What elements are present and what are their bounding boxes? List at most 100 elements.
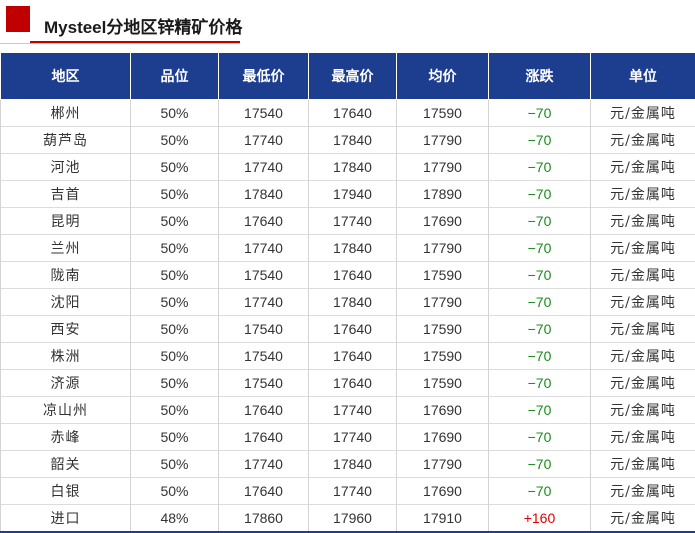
cell-region: 韶关 — [1, 451, 131, 478]
cell-grade: 50% — [131, 478, 219, 505]
cell-grade: 48% — [131, 505, 219, 533]
table-row: 济源50%175401764017590−70元/金属吨 — [1, 370, 695, 397]
column-header-region: 地区 — [1, 53, 131, 100]
table-header-row: 地区 品位 最低价 最高价 均价 涨跌 单位 — [1, 53, 695, 100]
cell-change: −70 — [489, 289, 591, 316]
zinc-concentrate-price-table: 地区 品位 最低价 最高价 均价 涨跌 单位 郴州50%175401764017… — [0, 52, 695, 533]
cell-unit: 元/金属吨 — [591, 208, 695, 235]
cell-region: 郴州 — [1, 100, 131, 127]
cell-low-price: 17540 — [219, 343, 309, 370]
cell-low-price: 17540 — [219, 316, 309, 343]
cell-avg-price: 17790 — [397, 289, 489, 316]
cell-grade: 50% — [131, 370, 219, 397]
table-row: 西安50%175401764017590−70元/金属吨 — [1, 316, 695, 343]
cell-grade: 50% — [131, 451, 219, 478]
page-title: Mysteel分地区锌精矿价格 — [44, 13, 242, 38]
column-header-avg-price: 均价 — [397, 53, 489, 100]
cell-unit: 元/金属吨 — [591, 316, 695, 343]
cell-high-price: 17740 — [309, 478, 397, 505]
cell-low-price: 17540 — [219, 100, 309, 127]
cell-avg-price: 17590 — [397, 100, 489, 127]
cell-region: 兰州 — [1, 235, 131, 262]
cell-avg-price: 17590 — [397, 262, 489, 289]
cell-avg-price: 17690 — [397, 208, 489, 235]
column-header-low-price: 最低价 — [219, 53, 309, 100]
cell-high-price: 17840 — [309, 154, 397, 181]
column-header-grade: 品位 — [131, 53, 219, 100]
column-header-high-price: 最高价 — [309, 53, 397, 100]
cell-grade: 50% — [131, 100, 219, 127]
cell-high-price: 17840 — [309, 289, 397, 316]
table-row: 陇南50%175401764017590−70元/金属吨 — [1, 262, 695, 289]
cell-region: 昆明 — [1, 208, 131, 235]
cell-region: 陇南 — [1, 262, 131, 289]
cell-region: 吉首 — [1, 181, 131, 208]
cell-unit: 元/金属吨 — [591, 235, 695, 262]
cell-high-price: 17940 — [309, 181, 397, 208]
cell-high-price: 17640 — [309, 316, 397, 343]
table-row: 株洲50%175401764017590−70元/金属吨 — [1, 343, 695, 370]
table-row: 沈阳50%177401784017790−70元/金属吨 — [1, 289, 695, 316]
cell-unit: 元/金属吨 — [591, 289, 695, 316]
cell-high-price: 17640 — [309, 262, 397, 289]
table-row: 韶关50%177401784017790−70元/金属吨 — [1, 451, 695, 478]
cell-change: −70 — [489, 262, 591, 289]
cell-grade: 50% — [131, 424, 219, 451]
cell-unit: 元/金属吨 — [591, 370, 695, 397]
cell-grade: 50% — [131, 289, 219, 316]
cell-region: 白银 — [1, 478, 131, 505]
cell-unit: 元/金属吨 — [591, 127, 695, 154]
cell-avg-price: 17910 — [397, 505, 489, 533]
cell-low-price: 17640 — [219, 478, 309, 505]
cell-grade: 50% — [131, 127, 219, 154]
cell-avg-price: 17590 — [397, 370, 489, 397]
cell-avg-price: 17790 — [397, 451, 489, 478]
cell-grade: 50% — [131, 397, 219, 424]
cell-change: −70 — [489, 343, 591, 370]
cell-low-price: 17740 — [219, 289, 309, 316]
cell-high-price: 17840 — [309, 451, 397, 478]
cell-high-price: 17840 — [309, 235, 397, 262]
cell-grade: 50% — [131, 316, 219, 343]
cell-change: −70 — [489, 397, 591, 424]
cell-unit: 元/金属吨 — [591, 397, 695, 424]
cell-avg-price: 17890 — [397, 181, 489, 208]
cell-high-price: 17740 — [309, 397, 397, 424]
cell-low-price: 17840 — [219, 181, 309, 208]
table-row: 赤峰50%176401774017690−70元/金属吨 — [1, 424, 695, 451]
cell-low-price: 17640 — [219, 208, 309, 235]
table-row: 昆明50%176401774017690−70元/金属吨 — [1, 208, 695, 235]
cell-change: −70 — [489, 154, 591, 181]
cell-low-price: 17740 — [219, 235, 309, 262]
cell-region: 凉山州 — [1, 397, 131, 424]
cell-low-price: 17740 — [219, 154, 309, 181]
column-header-unit: 单位 — [591, 53, 695, 100]
cell-region: 株洲 — [1, 343, 131, 370]
cell-high-price: 17640 — [309, 370, 397, 397]
cell-region: 西安 — [1, 316, 131, 343]
cell-low-price: 17740 — [219, 451, 309, 478]
cell-high-price: 17840 — [309, 127, 397, 154]
cell-high-price: 17960 — [309, 505, 397, 533]
cell-unit: 元/金属吨 — [591, 262, 695, 289]
logo-square-icon — [6, 6, 30, 32]
cell-high-price: 17740 — [309, 208, 397, 235]
cell-grade: 50% — [131, 235, 219, 262]
title-underline-gray — [0, 43, 240, 44]
cell-low-price: 17640 — [219, 397, 309, 424]
cell-avg-price: 17790 — [397, 235, 489, 262]
table-row: 进口48%178601796017910+160元/金属吨 — [1, 505, 695, 533]
cell-grade: 50% — [131, 181, 219, 208]
cell-low-price: 17640 — [219, 424, 309, 451]
table-row: 白银50%176401774017690−70元/金属吨 — [1, 478, 695, 505]
cell-high-price: 17640 — [309, 100, 397, 127]
cell-region: 济源 — [1, 370, 131, 397]
table-row: 凉山州50%176401774017690−70元/金属吨 — [1, 397, 695, 424]
cell-change: +160 — [489, 505, 591, 533]
cell-change: −70 — [489, 181, 591, 208]
table-row: 郴州50%175401764017590−70元/金属吨 — [1, 100, 695, 127]
cell-avg-price: 17590 — [397, 343, 489, 370]
cell-avg-price: 17690 — [397, 397, 489, 424]
cell-unit: 元/金属吨 — [591, 478, 695, 505]
cell-change: −70 — [489, 370, 591, 397]
